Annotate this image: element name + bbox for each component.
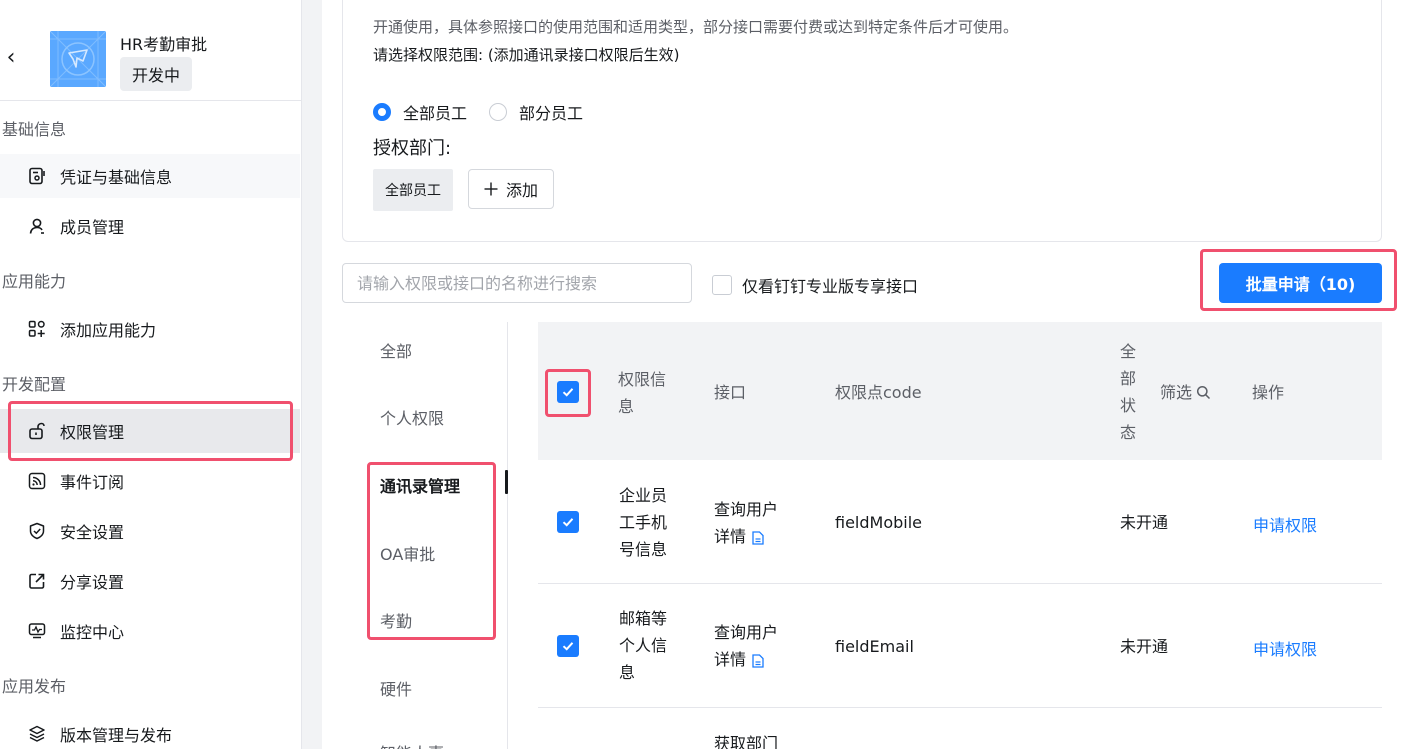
back-icon[interactable]: ‹ — [2, 46, 20, 70]
doc-icon[interactable] — [752, 653, 764, 668]
sidebar-item-members[interactable]: 成员管理 — [0, 204, 300, 248]
row-api: 查询用户 详情 — [714, 623, 779, 669]
category-all[interactable]: 全部 — [380, 338, 412, 362]
row-checkbox[interactable] — [557, 635, 579, 657]
header-api: 接口 — [714, 383, 747, 402]
sidebar-item-label: 事件订阅 — [60, 473, 125, 492]
batch-apply-button[interactable]: 批量申请（10) — [1219, 263, 1382, 303]
header-action: 操作 — [1252, 383, 1285, 402]
header-filter[interactable]: 筛选 — [1160, 379, 1211, 406]
add-dept-button[interactable]: 添加 — [468, 169, 554, 209]
sidebar-item-add-capability[interactable]: 添加应用能力 — [0, 307, 300, 351]
add-dept-label: 添加 — [505, 181, 538, 200]
table-header: 权限信 息 接口 权限点code 全 部 状 态 筛选 操作 — [538, 322, 1382, 460]
section-title-dev-config: 开发配置 — [2, 375, 67, 394]
select-all-checkbox[interactable] — [557, 381, 579, 403]
category-oa[interactable]: OA审批 — [380, 541, 435, 565]
category-smart-hr[interactable]: 智能人事 — [380, 740, 444, 749]
radio-dot — [489, 103, 508, 121]
sidebar-item-label: 成员管理 — [60, 218, 125, 237]
share-icon — [28, 572, 46, 590]
app-header: ‹ HR考勤审批 开发中 — [0, 0, 302, 101]
sidebar-item-label: 安全设置 — [60, 523, 125, 542]
section-title-basic: 基础信息 — [2, 120, 67, 139]
plus-icon — [484, 182, 498, 196]
radio-label: 全部员工 — [403, 104, 468, 123]
apply-permission-link[interactable]: 申请权限 — [1253, 512, 1317, 536]
sidebar-item-credentials[interactable]: 凭证与基础信息 — [0, 154, 300, 198]
rss-icon — [28, 472, 46, 490]
check-icon — [562, 518, 574, 527]
lock-icon — [28, 422, 46, 440]
app-name: HR考勤审批 — [120, 35, 208, 54]
header-code: 权限点code — [835, 383, 922, 402]
search-icon — [1196, 385, 1211, 400]
shield-icon — [28, 522, 46, 540]
sidebar-item-permissions[interactable]: 权限管理 — [0, 409, 300, 453]
row-info: 企业员 工手机 号信息 — [619, 486, 668, 559]
radio-label: 部分员工 — [519, 104, 584, 123]
sidebar-item-label: 凭证与基础信息 — [60, 168, 173, 187]
category-divider — [507, 322, 508, 749]
category-hardware[interactable]: 硬件 — [380, 676, 412, 700]
row-api: 获取部门 — [714, 734, 779, 749]
category-contacts[interactable]: 通讯录管理 — [380, 473, 460, 497]
table-row: 获取部门 — [538, 708, 1382, 749]
checkbox-box — [712, 275, 732, 295]
sidebar-item-share[interactable]: 分享设置 — [0, 559, 300, 603]
scope-card: 开通使用，具体参照接口的使用范围和适用类型，部分接口需要付费或达到特定条件后才可… — [342, 0, 1382, 242]
category-personal[interactable]: 个人权限 — [380, 405, 444, 429]
permission-search-input[interactable] — [342, 263, 692, 303]
apply-permission-link[interactable]: 申请权限 — [1253, 636, 1317, 660]
radio-part-staff[interactable]: 部分员工 — [489, 100, 583, 124]
table-row: 邮箱等 个人信 息 查询用户 详情 fieldEmail 未开通 申请权限 — [538, 584, 1382, 708]
sidebar: ‹ HR考勤审批 开发中 基础信息 凭证与基础信息 成员管理 应用能力 添加应用… — [0, 0, 302, 749]
sidebar-item-security[interactable]: 安全设置 — [0, 509, 300, 553]
sidebar-item-label: 添加应用能力 — [60, 321, 157, 340]
section-title-capability: 应用能力 — [2, 272, 67, 291]
row-api: 查询用户 详情 — [714, 500, 779, 546]
header-info: 权限信 息 — [618, 370, 667, 416]
category-attendance[interactable]: 考勤 — [380, 608, 412, 632]
check-icon — [562, 642, 574, 651]
layers-icon — [28, 725, 46, 743]
header-status[interactable]: 全 部 状 态 — [1120, 338, 1136, 446]
user-icon — [28, 217, 46, 235]
row-checkbox[interactable] — [557, 511, 579, 533]
table-row: 企业员 工手机 号信息 查询用户 详情 fieldMobile 未开通 申请权限 — [538, 460, 1382, 584]
sidebar-item-monitor[interactable]: 监控中心 — [0, 609, 300, 653]
doc-icon[interactable] — [752, 530, 764, 545]
app-logo — [50, 31, 106, 87]
category-active-indicator — [505, 470, 508, 494]
sidebar-item-label: 监控中心 — [60, 623, 125, 642]
sidebar-item-events[interactable]: 事件订阅 — [0, 459, 300, 503]
check-icon — [562, 388, 574, 397]
row-code: fieldMobile — [835, 513, 923, 532]
radio-all-staff[interactable]: 全部员工 — [373, 100, 467, 124]
pro-only-checkbox[interactable]: 仅看钉钉专业版专享接口 — [712, 273, 918, 297]
row-info: 邮箱等 个人信 息 — [619, 609, 668, 682]
row-status: 未开通 — [1120, 637, 1169, 656]
dept-tag: 全部员工 — [373, 169, 453, 211]
app-status-badge: 开发中 — [120, 57, 193, 91]
sidebar-item-label: 版本管理与发布 — [60, 726, 173, 745]
scope-description: 开通使用，具体参照接口的使用范围和适用类型，部分接口需要付费或达到特定条件后才可… — [373, 18, 1019, 36]
sidebar-item-release[interactable]: 版本管理与发布 — [0, 712, 300, 749]
scope-radio-group: 全部员工 部分员工 — [373, 100, 605, 124]
row-status: 未开通 — [1120, 513, 1169, 532]
sidebar-item-label: 权限管理 — [60, 423, 125, 442]
pro-only-label: 仅看钉钉专业版专享接口 — [742, 277, 919, 296]
credential-icon — [28, 167, 46, 185]
section-title-release: 应用发布 — [2, 677, 67, 696]
dept-label: 授权部门: — [373, 138, 452, 159]
apps-add-icon — [28, 320, 46, 338]
scope-label: 请选择权限范围: (添加通讯录接口权限后生效) — [373, 46, 680, 64]
monitor-icon — [28, 622, 46, 640]
row-code: fieldEmail — [835, 637, 914, 656]
sidebar-item-label: 分享设置 — [60, 573, 125, 592]
radio-dot — [373, 103, 391, 121]
main-content: 开通使用，具体参照接口的使用范围和适用类型，部分接口需要付费或达到特定条件后才可… — [322, 0, 1402, 749]
